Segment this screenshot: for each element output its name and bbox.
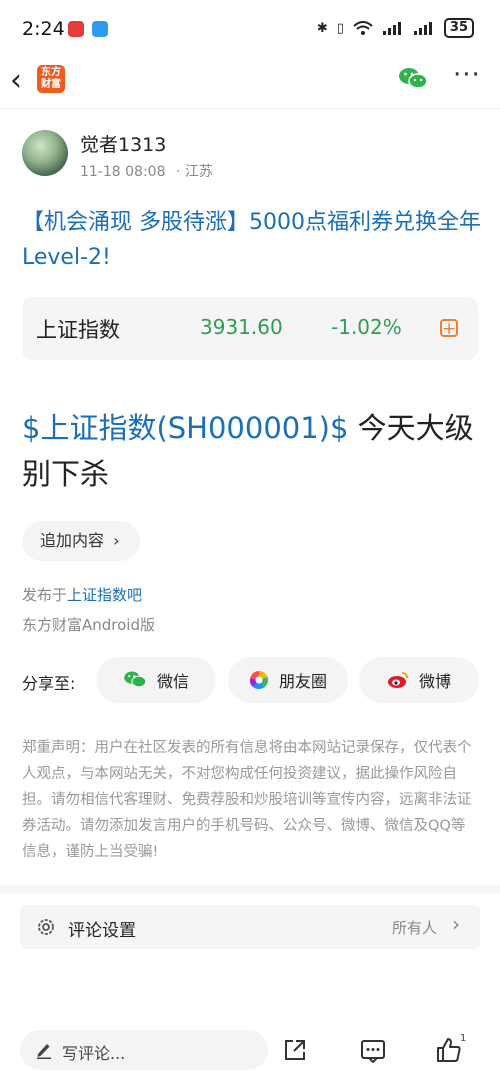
status-bar: 2:24 ✱ ▯ 35 [0,0,500,58]
section-divider [0,885,500,893]
chevron-right-icon: › [452,912,460,936]
share-out-icon[interactable] [283,1038,307,1062]
message-app-icon [92,21,108,37]
comment-input[interactable]: 写评论... [20,1030,268,1070]
back-icon[interactable]: ‹ [10,66,22,96]
comment-settings-label: 评论设置 [68,921,136,941]
forum-link[interactable]: 上证指数吧 [67,586,142,604]
app-logo: 东方 财富 [37,65,65,93]
like-count: 1 [460,1033,467,1044]
stock-link[interactable]: $上证指数(SH000001)$ [22,411,348,445]
add-content-button[interactable]: 追加内容 › [22,521,140,561]
moments-icon [249,670,269,690]
disclaimer-text: 郑重声明：用户在社区发表的所有信息将由本网站记录保存，仅代表个人观点，与本网站无… [22,740,472,860]
signal-icon [382,22,401,35]
post-body: $上证指数(SH000001)$ 今天大级别下杀 [22,405,487,497]
stock-price: 3931.60 [200,315,283,339]
share-moments-button[interactable]: 朋友圈 [228,657,348,703]
published-in: 发布于上证指数吧 [22,586,143,604]
share-wechat-button[interactable]: 微信 [96,657,216,703]
more-options-icon[interactable]: ··· [453,60,481,90]
client-source: 东方财富Android版 [22,616,155,634]
author-avatar[interactable] [22,130,68,176]
stock-change: -1.02% [331,315,402,339]
chevron-right-icon: › [113,531,120,550]
share-label: 分享至: [22,674,76,693]
status-icons: ✱ ▯ 35 [317,18,474,38]
top-nav: ‹ 东方 财富 ··· [0,58,500,109]
post-title[interactable]: 【机会涌现 多股待涨】5000点福利券兑换全年Level-2! [22,205,482,275]
post-meta: 11-18 08:08 · 江苏 [80,161,213,181]
author-name[interactable]: 觉者1313 [80,130,166,157]
share-weibo-button[interactable]: 微博 [359,657,479,703]
comment-settings-row[interactable]: 评论设置 所有人 › [20,905,480,949]
status-time: 2:24 [22,18,65,40]
bluetooth-icon: ✱ [316,20,328,36]
comment-placeholder: 写评论... [62,1044,126,1063]
pencil-icon [37,1044,51,1059]
add-watchlist-icon[interactable]: + [440,319,458,338]
like-icon[interactable] [436,1037,462,1063]
wechat-share-icon[interactable] [398,66,428,92]
wifi-icon [353,21,373,35]
weibo-icon [387,672,408,688]
wechat-icon [124,671,147,688]
vibrate-icon: ▯ [336,20,344,36]
notification-app-icon [68,21,84,37]
signal-icon [413,22,432,35]
gear-icon [38,919,54,935]
comment-icon[interactable] [360,1039,386,1063]
comment-settings-value: 所有人 [392,919,438,937]
battery-indicator: 35 [443,18,474,38]
post-date: 11-18 08:08 [80,164,166,180]
stock-name: 上证指数 [36,318,120,342]
post-location: · 江苏 [175,164,213,180]
bottom-action-bar: 写评论... 1 [0,1020,500,1079]
stock-quote-card[interactable]: 上证指数 3931.60 -1.02% + [22,297,478,360]
